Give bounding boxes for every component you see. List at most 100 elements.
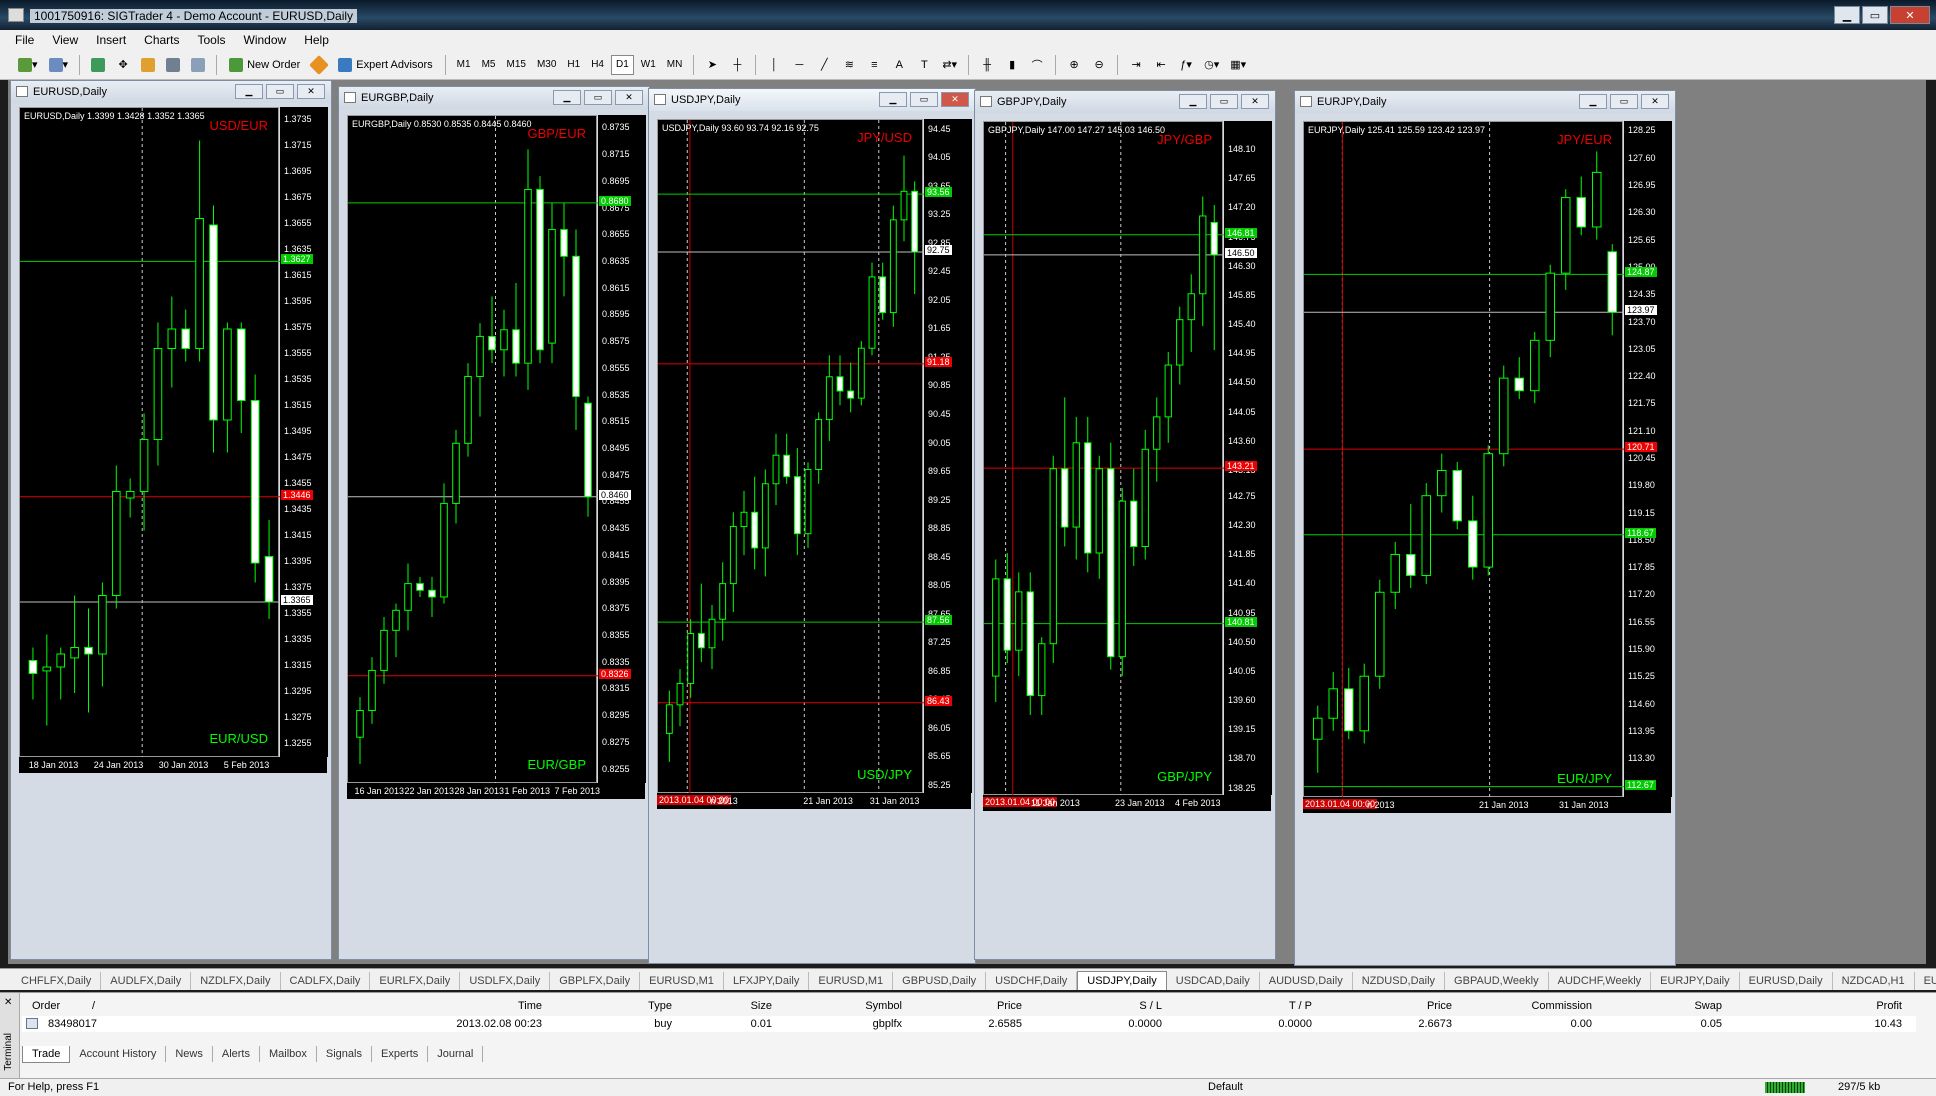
price-axis[interactable]: 94.45 94.05 93.65 93.25 92.85 92.45 92.05 91.65… bbox=[924, 119, 972, 793]
terminal-tab-signals[interactable]: Signals bbox=[317, 1046, 372, 1062]
price-plot[interactable]: EURJPY,Daily 125.41 125.59 123.42 123.97… bbox=[1303, 121, 1624, 798]
chart-tab[interactable]: NZDLFX,Daily bbox=[191, 972, 281, 990]
terminal-tab-alerts[interactable]: Alerts bbox=[213, 1046, 260, 1062]
chart-close-button[interactable]: ✕ bbox=[941, 92, 969, 107]
market-watch-icon[interactable] bbox=[87, 54, 109, 76]
terminal-tab-news[interactable]: News bbox=[166, 1046, 213, 1062]
chart-tab[interactable]: EURLFX,Daily bbox=[370, 972, 461, 990]
tf-h4[interactable]: H4 bbox=[587, 55, 608, 75]
col-sl[interactable]: S / L bbox=[1062, 1000, 1162, 1012]
menu-tools[interactable]: Tools bbox=[189, 33, 235, 47]
chart-window-gbpjpy[interactable]: GBPJPY,Daily ▁ ▭ ✕ GBPJPY,Daily 147.00 147.2… bbox=[974, 90, 1276, 960]
col-price[interactable]: Price bbox=[922, 1000, 1022, 1012]
chart-tab[interactable]: AUDLFX,Daily bbox=[101, 972, 192, 990]
auto-scroll-icon[interactable]: ⇥ bbox=[1125, 54, 1147, 76]
bar-chart-icon[interactable]: ╫ bbox=[976, 54, 998, 76]
col-type[interactable]: Type bbox=[562, 1000, 672, 1012]
vertical-line-icon[interactable]: │ bbox=[763, 54, 785, 76]
text-label-icon[interactable]: T bbox=[913, 54, 935, 76]
menu-view[interactable]: View bbox=[43, 33, 87, 47]
zoom-in-icon[interactable]: ⊕ bbox=[1063, 54, 1085, 76]
chart-tab[interactable]: USDCAD,Daily bbox=[1167, 972, 1260, 990]
terminal-tab-mailbox[interactable]: Mailbox bbox=[260, 1046, 317, 1062]
chart-close-button[interactable]: ✕ bbox=[1241, 94, 1269, 109]
chart-caption[interactable]: EURUSD,Daily ▁ ▭ ✕ bbox=[11, 81, 331, 103]
col-swap[interactable]: Swap bbox=[1612, 1000, 1722, 1012]
line-chart-icon[interactable]: ⌒ bbox=[1026, 54, 1048, 76]
menu-file[interactable]: File bbox=[6, 33, 43, 47]
chart-close-button[interactable]: ✕ bbox=[297, 84, 325, 99]
new-order-button[interactable]: New Order bbox=[224, 54, 305, 76]
maximize-button[interactable]: ▭ bbox=[1862, 6, 1888, 24]
chart-maximize-button[interactable]: ▭ bbox=[1210, 94, 1238, 109]
chart-tab[interactable]: GBPLFX,Daily bbox=[550, 972, 641, 990]
chart-maximize-button[interactable]: ▭ bbox=[910, 92, 938, 107]
new-chart-icon[interactable]: ▾ bbox=[14, 54, 42, 76]
chart-tab[interactable]: USDLFX,Daily bbox=[460, 972, 551, 990]
col-commission[interactable]: Commission bbox=[1472, 1000, 1592, 1012]
chart-window-eurgbp[interactable]: EURGBP,Daily ▁ ▭ ✕ EURGBP,Daily 0.8530 0.853… bbox=[338, 86, 650, 960]
candlestick-icon[interactable]: ▮ bbox=[1001, 54, 1023, 76]
col-symbol[interactable]: Symbol bbox=[782, 1000, 902, 1012]
menu-help[interactable]: Help bbox=[295, 33, 338, 47]
tf-d1[interactable]: D1 bbox=[610, 54, 634, 75]
chart-tab[interactable]: AUDCHF,Weekly bbox=[1549, 972, 1652, 990]
chart-tab[interactable]: EURUSD,M1 bbox=[809, 972, 894, 990]
periods-icon[interactable]: ◷▾ bbox=[1200, 54, 1223, 76]
price-plot[interactable]: EURGBP,Daily 0.8530 0.8535 0.8445 0.8460… bbox=[347, 115, 598, 784]
tf-mn[interactable]: MN bbox=[663, 55, 687, 75]
chart-tab[interactable]: GBPUSD,Daily bbox=[893, 972, 987, 990]
time-axis[interactable]: 2013.01.04 00:00 11 Jan 2013 23 Jan 2013 4 … bbox=[983, 795, 1271, 811]
terminal-close-icon[interactable]: ✕ bbox=[4, 997, 12, 1008]
price-plot[interactable]: USDJPY,Daily 93.60 93.74 92.16 92.75 JPY/… bbox=[657, 119, 924, 794]
price-axis[interactable]: 1.3735 1.3715 1.3695 1.3675 1.3655 1.3635 1.36… bbox=[280, 107, 328, 757]
channel-icon[interactable]: ≋ bbox=[838, 54, 860, 76]
chart-tab[interactable]: GBPAUD,Weekly bbox=[1445, 972, 1549, 990]
terminal-tab-account-history[interactable]: Account History bbox=[70, 1046, 167, 1062]
price-axis[interactable]: 0.8735 0.8715 0.8695 0.8675 0.8655 0.8635 0.86… bbox=[598, 115, 646, 783]
tester-icon[interactable] bbox=[187, 54, 209, 76]
chart-minimize-button[interactable]: ▁ bbox=[235, 84, 263, 99]
chart-close-button[interactable]: ✕ bbox=[615, 90, 643, 105]
col-current-price[interactable]: Price bbox=[1342, 1000, 1452, 1012]
chart-caption[interactable]: GBPJPY,Daily ▁ ▭ ✕ bbox=[975, 91, 1275, 113]
price-axis[interactable]: 128.25127.60126.95126.30125.65125.00124.… bbox=[1624, 121, 1672, 797]
chart-maximize-button[interactable]: ▭ bbox=[266, 84, 294, 99]
terminal-tab-journal[interactable]: Journal bbox=[428, 1046, 484, 1062]
navigator-icon[interactable]: ✥ bbox=[112, 54, 134, 76]
chart-window-eurusd[interactable]: EURUSD,Daily ▁ ▭ ✕ EURUSD,Daily 1.3399 1.342… bbox=[10, 80, 332, 960]
tf-w1[interactable]: W1 bbox=[637, 55, 660, 75]
chart-tab[interactable]: EUR bbox=[1915, 972, 1936, 990]
time-axis[interactable]: 18 Jan 2013 24 Jan 2013 30 Jan 2013 5 Feb 2… bbox=[19, 757, 327, 773]
tf-m5[interactable]: M5 bbox=[478, 55, 500, 75]
minimize-button[interactable]: ▁ bbox=[1834, 6, 1860, 24]
terminal-tab-experts[interactable]: Experts bbox=[372, 1046, 429, 1062]
tf-m1[interactable]: M1 bbox=[453, 55, 475, 75]
col-tp[interactable]: T / P bbox=[1202, 1000, 1312, 1012]
fibonacci-icon[interactable]: ≡ bbox=[863, 54, 885, 76]
profiles-icon[interactable]: ▾ bbox=[45, 54, 73, 76]
close-button[interactable]: ✕ bbox=[1890, 6, 1930, 24]
chart-window-eurjpy[interactable]: EURJPY,Daily ▁ ▭ ✕ EURJPY,Daily 125.41 125.5… bbox=[1294, 90, 1676, 966]
chart-window-usdjpy[interactable]: USDJPY,Daily ▁ ▭ ✕ USDJPY,Daily 93.60 93.74 … bbox=[648, 88, 976, 964]
menu-charts[interactable]: Charts bbox=[135, 33, 188, 47]
text-icon[interactable]: A bbox=[888, 54, 910, 76]
expert-advisors-button[interactable]: Expert Advisors bbox=[333, 54, 437, 76]
chart-minimize-button[interactable]: ▁ bbox=[879, 92, 907, 107]
chart-tab[interactable]: USDCHF,Daily bbox=[986, 972, 1078, 990]
crosshair-icon[interactable]: ┼ bbox=[726, 54, 748, 76]
chart-tab[interactable]: NZDUSD,Daily bbox=[1353, 972, 1446, 990]
price-axis[interactable]: 148.10147.65147.20146.75146.30145.85145.… bbox=[1224, 121, 1272, 795]
chart-caption[interactable]: EURGBP,Daily ▁ ▭ ✕ bbox=[339, 87, 649, 109]
time-axis[interactable]: 2013.01.04 00:00 n 2013 21 Jan 2013 31 Jan … bbox=[1303, 797, 1671, 813]
menu-insert[interactable]: Insert bbox=[87, 33, 135, 47]
price-plot[interactable]: GBPJPY,Daily 147.00 147.27 145.03 146.50… bbox=[983, 121, 1224, 796]
chart-maximize-button[interactable]: ▭ bbox=[1610, 94, 1638, 109]
chart-tab[interactable]: USDJPY,Daily bbox=[1077, 971, 1167, 990]
data-window-icon[interactable] bbox=[137, 54, 159, 76]
trendline-icon[interactable]: ╱ bbox=[813, 54, 835, 76]
time-axis[interactable]: 2013.01.04 00:00 n 2013 21 Jan 2013 31 Jan … bbox=[657, 793, 971, 809]
arrows-icon[interactable]: ⇄▾ bbox=[938, 54, 961, 76]
chart-minimize-button[interactable]: ▁ bbox=[1579, 94, 1607, 109]
chart-tab[interactable]: EURUSD,Daily bbox=[1740, 972, 1833, 990]
